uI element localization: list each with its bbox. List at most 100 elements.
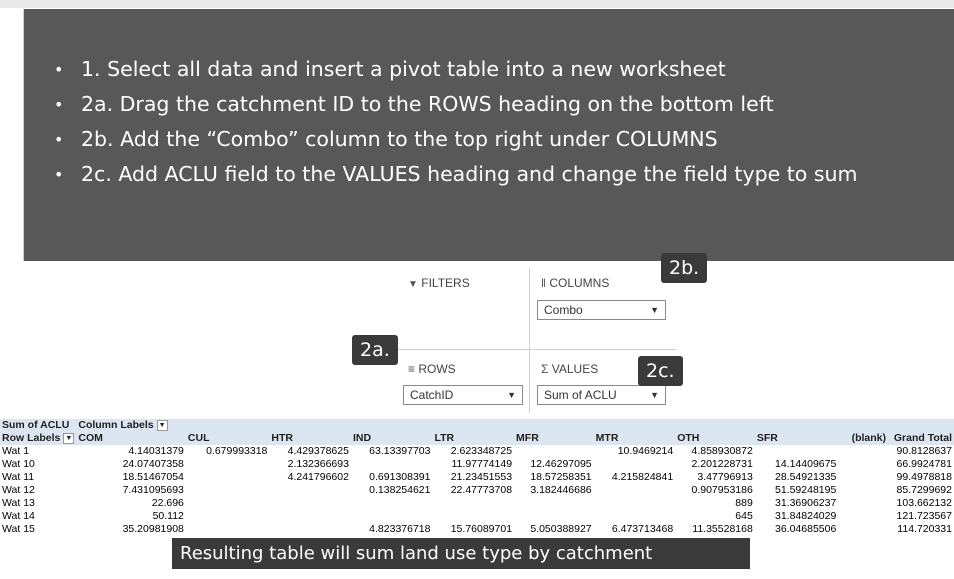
chevron-down-icon: ▼: [507, 390, 516, 400]
value-cell: [594, 458, 676, 471]
value-cell: 4.823376718: [369, 523, 431, 535]
value-cell: [594, 497, 676, 510]
table-row: Wat 13 22.696 889 31.36906237 103.662132: [0, 497, 954, 510]
value-cell: 2.201228731: [691, 458, 753, 470]
value-cell: 18.57258351: [530, 471, 592, 483]
column-header: MTR: [593, 432, 676, 445]
value-cell: 2.132366693: [287, 458, 349, 470]
value-cell: 24.07407358: [122, 458, 184, 470]
instruction-step: • 2c. Add ACLU field to the VALUES headin…: [24, 160, 954, 189]
row-labels-text: Row Labels: [2, 432, 61, 444]
rows-icon: ≡: [408, 362, 416, 376]
value-cell: [838, 471, 888, 484]
rows-area[interactable]: ≡ ROWS: [408, 362, 456, 376]
value-cell: [514, 445, 594, 458]
columns-icon: ‖: [541, 276, 546, 290]
table-row: Wat 14 50.112 645 31.84824029 121.723567: [0, 510, 954, 523]
value-cell: 21.23451553: [450, 471, 513, 483]
values-label: VALUES: [551, 362, 599, 376]
value-cell: 645: [735, 510, 753, 522]
value-cell: [838, 510, 888, 523]
filter-dropdown-icon[interactable]: ▼: [156, 419, 168, 431]
column-labels-header[interactable]: Column Labels ▼: [76, 419, 186, 432]
result-banner: Resulting table will sum land use type b…: [172, 538, 750, 569]
value-cell: [351, 458, 433, 471]
chevron-down-icon: ▼: [650, 305, 659, 315]
value-cell: 4.429378625: [287, 445, 349, 457]
value-cell: [514, 510, 594, 523]
value-cell: 28.54921335: [774, 471, 837, 483]
value-cell: 0.138254621: [369, 484, 431, 496]
value-cell: [269, 523, 351, 536]
value-cell: 4.241796602: [287, 471, 349, 483]
values-field-value: Sum of ACLU: [544, 388, 617, 402]
table-row: Wat 1 4.14031379 0.679993318 4.429378625 63.…: [0, 445, 954, 458]
chevron-down-icon: ▼: [650, 390, 659, 400]
value-cell: 18.51467054: [122, 471, 184, 483]
value-cell: 6.473713468: [611, 523, 674, 535]
row-label-cell: Wat 12: [2, 484, 35, 496]
value-cell: [433, 510, 515, 523]
filter-icon: ▼: [408, 279, 418, 290]
callout-2b: 2b.: [661, 253, 708, 283]
area-divider-vertical: [529, 268, 530, 413]
filters-area[interactable]: ▼ FILTERS: [408, 276, 470, 290]
table-row: Wat 10 24.07407358 2.132366693 11.97774149 1…: [0, 458, 954, 471]
column-header: HTR: [269, 432, 351, 445]
filters-label: FILTERS: [421, 276, 470, 290]
value-cell: 4.858930872: [691, 445, 753, 457]
value-cell: 0.691308391: [369, 471, 431, 483]
pivot-corner-label: Sum of ACLU: [0, 419, 77, 432]
value-cell: [269, 497, 351, 510]
value-cell: 31.84824029: [774, 510, 837, 522]
column-header: CUL: [185, 432, 270, 445]
row-label-cell: Wat 13: [2, 497, 35, 509]
value-cell: 50.112: [152, 510, 184, 522]
filter-dropdown-icon[interactable]: ▼: [63, 432, 75, 444]
rows-field-value: CatchID: [410, 388, 454, 402]
value-cell: [186, 484, 270, 497]
callout-2a: 2a.: [352, 335, 398, 365]
column-header: Grand Total: [888, 432, 954, 445]
pivot-table: Sum of ACLU Column Labels ▼ Row Labels ▼ C…: [0, 419, 954, 536]
value-cell: 3.47796913: [697, 471, 753, 483]
value-cell: [186, 510, 270, 523]
value-cell: 51.59248195: [774, 484, 837, 496]
value-cell: [594, 484, 676, 497]
instruction-list: • 1. Select all data and insert a pivot t…: [24, 55, 954, 195]
value-cell: [186, 497, 270, 510]
columns-field-value: Combo: [544, 303, 583, 317]
value-cell: [186, 523, 270, 536]
value-cell: [838, 523, 888, 536]
values-field-dropdown[interactable]: Sum of ACLU ▼: [537, 385, 666, 405]
pivot-column-header-row: Row Labels ▼ COM CUL HTR IND LTR MFR MTR OTH SFR(…: [0, 432, 954, 445]
value-cell: 85.7299692: [896, 484, 952, 496]
row-labels-header[interactable]: Row Labels ▼: [0, 432, 77, 445]
value-cell: 99.4978818: [896, 471, 952, 483]
value-cell: [351, 497, 433, 510]
table-row: Wat 12 7.431095693 0.138254621 22.47773708 3…: [0, 484, 954, 497]
step-text: 2a. Drag the catchment ID to the ROWS he…: [81, 92, 774, 116]
value-cell: 7.431095693: [122, 484, 184, 496]
value-cell: 121.723567: [896, 510, 952, 522]
columns-area[interactable]: ‖ COLUMNS: [541, 276, 609, 290]
value-cell: [433, 497, 515, 510]
value-cell: 31.36906237: [774, 497, 837, 509]
column-labels-text: Column Labels: [78, 419, 154, 431]
value-cell: [838, 484, 888, 497]
values-area[interactable]: Σ VALUES: [541, 362, 598, 376]
rows-field-dropdown[interactable]: CatchID ▼: [403, 385, 523, 405]
sigma-icon: Σ: [541, 362, 549, 376]
value-cell: [594, 510, 676, 523]
step-text: 2b. Add the “Combo” column to the top ri…: [81, 127, 718, 151]
row-label-cell: Wat 14: [2, 510, 35, 522]
column-header: IND: [350, 432, 433, 445]
value-cell: [186, 458, 270, 471]
value-cell: [838, 458, 888, 471]
columns-field-dropdown[interactable]: Combo ▼: [537, 300, 666, 320]
column-header: SFR: [754, 432, 839, 445]
value-cell: [351, 510, 433, 523]
instruction-step: • 2a. Drag the catchment ID to the ROWS h…: [24, 90, 954, 119]
value-cell: 4.14031379: [128, 445, 184, 457]
value-cell: 12.46297095: [530, 458, 592, 470]
